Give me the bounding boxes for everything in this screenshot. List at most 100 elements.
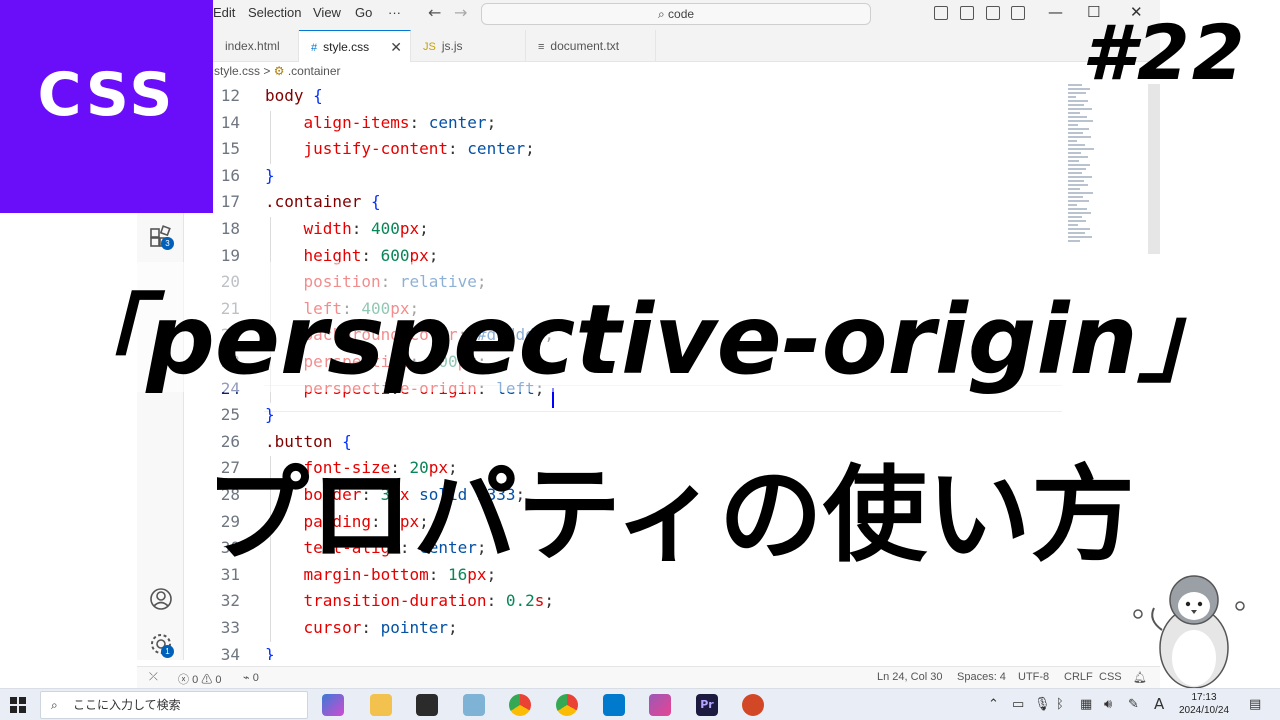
back-arrow-icon[interactable]: ← <box>428 3 441 22</box>
code-token: cursor <box>303 618 362 637</box>
penguin-mascot-icon <box>1133 575 1245 688</box>
remote-icon[interactable]: ⤫ <box>149 671 158 684</box>
ports-icon: ⌁ <box>243 672 250 684</box>
code-token: } <box>265 644 275 660</box>
volume-icon[interactable]: 🔊︎ <box>1104 697 1112 712</box>
code-token: ; <box>525 139 535 159</box>
minimize-icon[interactable]: — <box>1048 3 1063 21</box>
network-icon[interactable]: ▦ <box>1080 697 1092 712</box>
tab-label: document.txt <box>550 39 620 53</box>
copilot-icon[interactable] <box>322 694 344 716</box>
code-token: s <box>534 591 545 611</box>
breadcrumb-symbol-icon: ⚙ <box>273 64 285 78</box>
code-line[interactable]: transition-duration: 0.2s; <box>265 591 554 610</box>
toggle-secondary-sidebar-icon[interactable] <box>986 6 1000 20</box>
warning-icon: ⚠ <box>201 674 213 686</box>
menu-more[interactable]: ··· <box>388 5 401 20</box>
tab-label: js.js <box>441 39 463 53</box>
breadcrumb-symbol[interactable]: .container <box>288 64 341 78</box>
ports-indicator[interactable]: ⌁ 0 <box>243 671 259 684</box>
terminal-icon[interactable] <box>416 694 438 716</box>
windows-start-icon[interactable] <box>10 697 26 713</box>
menu-edit[interactable]: Edit <box>213 5 235 20</box>
clock[interactable]: 17:13 2024/10/24 <box>1174 691 1234 717</box>
line-number: 33 <box>220 618 240 637</box>
tab-index-html[interactable]: index.html <box>213 30 299 62</box>
code-line[interactable]: } <box>265 166 275 185</box>
language-mode[interactable]: CSS <box>1099 671 1122 683</box>
tab-label: style.css <box>323 40 370 54</box>
pen-icon[interactable]: ✎ <box>1128 697 1139 712</box>
code-token: : <box>351 219 371 238</box>
tab-style-css[interactable]: # style.css ✕ <box>299 30 411 62</box>
toggle-sidebar-icon[interactable] <box>934 6 948 20</box>
tab-label: index.html <box>225 39 280 53</box>
css-file-icon: # <box>311 42 318 54</box>
notepad-icon[interactable] <box>463 694 485 716</box>
toggle-panel-icon[interactable] <box>960 6 974 20</box>
tab-js-js[interactable]: JS js.js <box>411 30 526 62</box>
forward-arrow-icon[interactable]: → <box>454 3 467 22</box>
code-token: center <box>467 139 526 159</box>
problems-indicator[interactable]: ⓧ 0 ⚠ 0 <box>178 671 221 687</box>
code-line[interactable]: body { <box>265 86 323 105</box>
indentation[interactable]: Spaces: 4 <box>957 671 1006 683</box>
code-token: ; <box>448 618 458 637</box>
line-number: 32 <box>220 591 240 611</box>
code-line[interactable]: align-items: center; <box>265 112 497 132</box>
menu-selection[interactable]: Selection <box>248 5 301 20</box>
ports-count: 0 <box>252 672 259 684</box>
tab-bar: index.html # style.css ✕ JS js.js ≡ documen… <box>137 30 1160 62</box>
code-token: { <box>370 192 381 212</box>
app-icon[interactable] <box>649 694 671 716</box>
file-explorer-icon[interactable] <box>370 694 392 716</box>
notifications-icon[interactable]: ▤ <box>1249 697 1261 712</box>
microphone-icon[interactable]: 🎙︎ <box>1034 697 1051 712</box>
vertical-scrollbar[interactable] <box>1148 84 1160 254</box>
bluetooth-icon[interactable]: ᛒ <box>1056 697 1064 712</box>
menu-go[interactable]: Go <box>355 5 372 20</box>
tab-document-txt[interactable]: ≡ document.txt <box>526 30 656 62</box>
code-line[interactable]: cursor: pointer; <box>265 618 458 637</box>
code-line[interactable]: } <box>265 405 275 424</box>
menu-view[interactable]: View <box>313 5 341 20</box>
code-token: 400 <box>370 219 400 238</box>
line-ending[interactable]: CRLF <box>1064 671 1093 683</box>
breadcrumb: style.css > ⚙ .container <box>214 64 341 78</box>
episode-number: #22 <box>1082 8 1247 97</box>
tab-close-icon[interactable]: ✕ <box>390 31 402 63</box>
chrome-icon-2[interactable] <box>556 694 578 716</box>
encoding[interactable]: UTF-8 <box>1018 671 1049 683</box>
taskbar-search[interactable]: ⌕ ここに入力して検索 <box>40 691 308 719</box>
ime-indicator[interactable]: A <box>1154 695 1164 713</box>
powerpoint-icon[interactable] <box>742 694 764 716</box>
vscode-icon[interactable] <box>603 694 625 716</box>
cursor-position[interactable]: Ln 24, Col 30 <box>877 671 942 683</box>
code-token: : <box>486 591 506 611</box>
command-center[interactable]: ⌕ code <box>481 3 871 25</box>
extensions-badge: 3 <box>161 237 174 250</box>
taskbar: ⌕ ここに入力して検索 Pr ⌃ ▭ 🎙︎ ᛒ ▦ 🔊︎ ✎ A 17:13 2… <box>0 688 1280 720</box>
code-line[interactable]: } <box>265 645 275 660</box>
minimap[interactable] <box>1068 84 1098 254</box>
premiere-pro-icon[interactable]: Pr <box>696 694 718 716</box>
search-icon: ⌕ <box>51 698 58 712</box>
code-token: align-items <box>303 112 410 132</box>
breadcrumb-file[interactable]: style.css <box>214 64 260 78</box>
account-icon[interactable] <box>148 586 174 612</box>
code-line[interactable]: .container { <box>265 192 381 211</box>
code-token: : <box>409 112 429 132</box>
code-line[interactable]: justify-content: center; <box>265 139 535 158</box>
customize-layout-icon[interactable] <box>1011 6 1025 20</box>
code-line[interactable]: width: 400px; <box>265 219 429 238</box>
tray-overflow-icon[interactable]: ⌃ <box>988 697 999 712</box>
command-center-label: code <box>668 7 695 21</box>
code-token: } <box>265 405 275 425</box>
chrome-icon[interactable] <box>509 694 531 716</box>
error-icon: ⓧ <box>178 674 189 686</box>
camera-icon[interactable]: ▭ <box>1012 697 1024 712</box>
